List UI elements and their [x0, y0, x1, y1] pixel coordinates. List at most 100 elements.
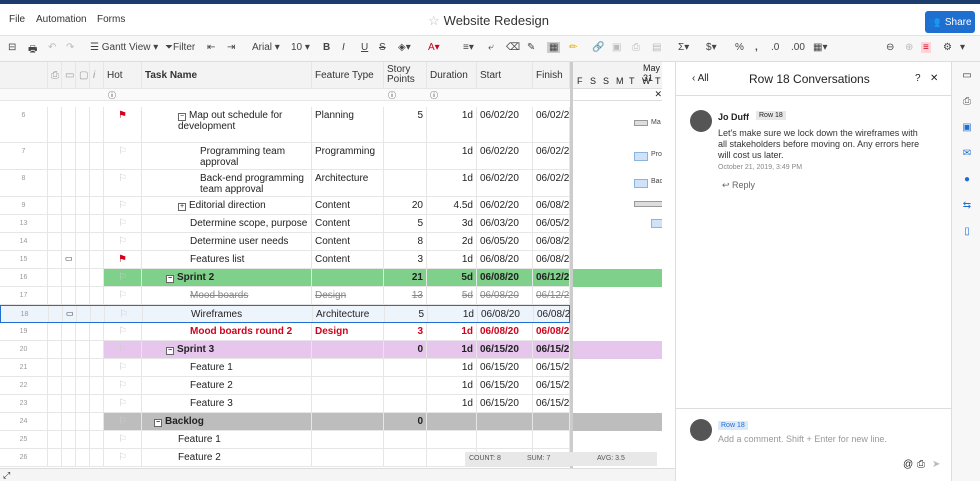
hot-flag-icon[interactable]: ⚐: [104, 269, 142, 286]
table-row[interactable]: 14 ⚐ Determine user needs Content 8 2d 06/05/2…: [0, 233, 570, 251]
menu-automation[interactable]: Automation: [36, 14, 87, 25]
story-points-cell[interactable]: 3: [384, 251, 427, 268]
proof-cell[interactable]: [77, 306, 91, 322]
finish-cell[interactable]: 06/12/2: [533, 287, 570, 304]
finish-cell[interactable]: 06/05/2: [533, 215, 570, 232]
duration-cell[interactable]: 1d: [427, 395, 477, 412]
table-row[interactable]: 21 ⚐ Feature 1 1d 06/15/20 06/15/2: [0, 359, 570, 377]
feature-type-cell[interactable]: Content: [312, 197, 384, 214]
finish-cell[interactable]: 06/08/2: [534, 306, 571, 322]
proof-cell[interactable]: [76, 251, 90, 268]
zoom-out-icon[interactable]: ⊖: [886, 42, 894, 53]
attachment-cell[interactable]: [48, 431, 62, 448]
start-cell[interactable]: 06/02/20: [477, 170, 533, 196]
start-cell[interactable]: [477, 413, 533, 430]
start-cell[interactable]: 06/15/20: [477, 395, 533, 412]
info-cell[interactable]: [90, 197, 104, 214]
finish-cell[interactable]: 06/15/2: [533, 341, 570, 358]
proof-cell[interactable]: [76, 107, 90, 142]
comment-col-icon[interactable]: ▭: [62, 62, 76, 88]
hot-flag-icon[interactable]: ⚐: [104, 431, 142, 448]
story-points-info-icon[interactable]: ⓘ: [388, 90, 396, 101]
story-points-cell[interactable]: 3: [384, 323, 427, 340]
feature-type-cell[interactable]: [312, 413, 384, 430]
story-points-cell[interactable]: 20: [384, 197, 427, 214]
share-button[interactable]: 👥 Share: [925, 11, 975, 33]
task-name-cell[interactable]: Mood boards: [142, 287, 312, 304]
task-name-cell[interactable]: Feature 1: [142, 431, 312, 448]
feature-type-cell[interactable]: [312, 449, 384, 466]
task-name-cell[interactable]: Feature 2: [142, 377, 312, 394]
hot-flag-icon[interactable]: ⚐: [104, 233, 142, 250]
hot-flag-icon[interactable]: ⚐: [104, 395, 142, 412]
info-cell[interactable]: [91, 306, 105, 322]
gantt-bar[interactable]: [634, 201, 662, 207]
table-row[interactable]: 17 ⚐ Mood boards Design 13 5d 06/08/20 06/12/2: [0, 287, 570, 305]
table-row[interactable]: 23 ⚐ Feature 3 1d 06/15/20 06/15/2: [0, 395, 570, 413]
underline-icon[interactable]: U: [361, 42, 368, 53]
story-points-cell[interactable]: 5: [384, 215, 427, 232]
wrap-text-icon[interactable]: ⤶: [488, 42, 494, 53]
attachment-cell[interactable]: [48, 323, 62, 340]
duration-cell[interactable]: [427, 431, 477, 448]
format-painter-icon[interactable]: ✎: [527, 42, 535, 53]
proof-cell[interactable]: [76, 170, 90, 196]
start-cell[interactable]: [477, 431, 533, 448]
expand-icon[interactable]: ⤢: [3, 470, 10, 481]
comment-cell[interactable]: [62, 107, 76, 142]
start-cell[interactable]: 06/08/20: [477, 269, 533, 286]
highlight-changes-icon[interactable]: ▦: [547, 42, 561, 53]
story-points-cell[interactable]: 21: [384, 269, 427, 286]
hot-flag-icon[interactable]: ⚐: [104, 323, 142, 340]
menu-forms[interactable]: Forms: [97, 14, 125, 25]
duration-cell[interactable]: 1d: [427, 359, 477, 376]
collapse-icon[interactable]: ⊟: [8, 42, 16, 53]
table-row[interactable]: 20 ⚐ − Sprint 3 0 1d 06/15/20 06/15/2: [0, 341, 570, 359]
task-name-cell[interactable]: − Sprint 2: [142, 269, 312, 286]
comment-indicator-icon[interactable]: ▭: [62, 251, 76, 268]
percent-format-button[interactable]: %: [735, 42, 744, 53]
print-icon[interactable]: 🖶: [28, 42, 37, 59]
feature-type-cell[interactable]: Programming: [312, 143, 384, 169]
summary-icon[interactable]: ▯: [961, 226, 973, 238]
fill-color-icon[interactable]: ◈▾: [398, 42, 411, 53]
story-points-cell[interactable]: 0: [384, 413, 427, 430]
table-row[interactable]: 25 ⚐ Feature 1: [0, 431, 570, 449]
table-row[interactable]: 18 ▭ ⚐ Wireframes Architecture 5 1d 06/08/20 06/…: [0, 305, 571, 323]
feature-type-cell[interactable]: [312, 395, 384, 412]
task-name-cell[interactable]: Determine user needs: [142, 233, 312, 250]
comment-cell[interactable]: [62, 431, 76, 448]
table-row[interactable]: 6 ⚑ − Map out schedule for development Plann…: [0, 107, 570, 143]
start-cell[interactable]: 06/15/20: [477, 341, 533, 358]
feature-type-cell[interactable]: Design: [312, 287, 384, 304]
attachment-cell[interactable]: [48, 197, 62, 214]
finish-cell[interactable]: 06/08/2: [533, 197, 570, 214]
info-cell[interactable]: [90, 431, 104, 448]
comment-input[interactable]: Add a comment. Shift + Enter for new lin…: [718, 434, 938, 444]
currency-format-button[interactable]: $▾: [706, 42, 717, 53]
story-points-cell[interactable]: [384, 431, 427, 448]
story-points-cell[interactable]: 8: [384, 233, 427, 250]
feature-type-cell[interactable]: [312, 377, 384, 394]
duration-cell[interactable]: [427, 413, 477, 430]
menu-file[interactable]: File: [9, 14, 25, 25]
finish-cell[interactable]: 06/15/2: [533, 377, 570, 394]
finish-cell[interactable]: 06/12/2: [533, 269, 570, 286]
story-points-cell[interactable]: [384, 143, 427, 169]
italic-icon[interactable]: I: [342, 42, 345, 53]
update-requests-icon[interactable]: ✉: [961, 148, 973, 160]
undo-icon[interactable]: ↶: [48, 42, 56, 53]
attachment-cell[interactable]: [48, 377, 62, 394]
duration-cell[interactable]: 3d: [427, 215, 477, 232]
finish-cell[interactable]: 06/08/2: [533, 233, 570, 250]
feature-type-column-header[interactable]: Feature Type: [312, 62, 384, 88]
proof-cell[interactable]: [76, 215, 90, 232]
task-name-cell[interactable]: Mood boards round 2: [142, 323, 312, 340]
finish-cell[interactable]: 06/08/2: [533, 323, 570, 340]
send-icon[interactable]: ➤: [932, 459, 940, 470]
duration-cell[interactable]: 1d: [427, 170, 477, 196]
start-cell[interactable]: 06/08/20: [477, 287, 533, 304]
text-color-icon[interactable]: A▾: [428, 42, 440, 53]
duration-info-icon[interactable]: ⓘ: [430, 90, 438, 101]
attachment-cell[interactable]: [48, 269, 62, 286]
